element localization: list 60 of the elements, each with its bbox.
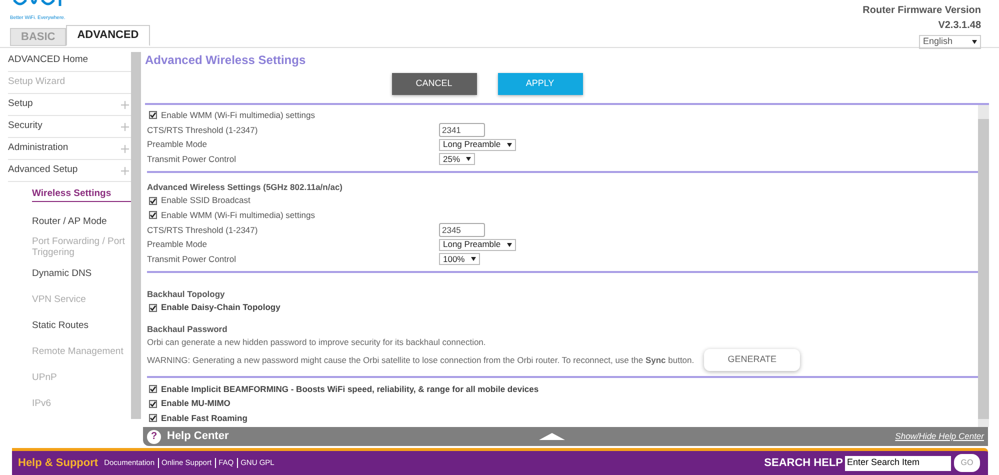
checkbox-label: Enable WMM (Wi-Fi multimedia) settings <box>161 208 315 222</box>
sidebar-item[interactable]: Router / AP Mode <box>32 216 107 226</box>
language-dropdown[interactable]: English <box>919 35 981 49</box>
show-hide-link[interactable]: Show/Hide Help Center <box>895 430 984 443</box>
firmware-label: Router Firmware Version <box>862 4 981 18</box>
caret-icon <box>466 157 472 162</box>
scrollbar[interactable] <box>978 105 989 427</box>
checkbox[interactable] <box>149 385 157 394</box>
dropdown[interactable]: Long Preamble <box>439 138 516 151</box>
description: Orbi can generate a new hidden password to improve security for its backhaul connection. <box>147 336 487 348</box>
generate-button[interactable]: GENERATE <box>704 349 800 371</box>
sidebar-item[interactable]: Administration <box>8 141 68 156</box>
checkbox-label: Enable WMM (Wi-Fi multimedia) settings <box>161 108 315 122</box>
field-label: Preamble Mode <box>147 138 208 152</box>
field-label: Transmit Power Control <box>147 152 237 166</box>
checkbox[interactable] <box>149 414 157 422</box>
section-heading: Advanced Wireless Settings (5GHz 802.11a/n/ac) <box>147 180 344 194</box>
warning-text: WARNING: Generating a new password might cause the Orbi satellite to lose connection from the Orbi router. To reconnect, use the Sync button. <box>147 354 694 366</box>
checkbox[interactable] <box>149 196 157 205</box>
checkbox-label: Enable Daisy-Chain Topology <box>161 301 280 314</box>
firmware-version: V2.3.1.48 <box>938 19 981 33</box>
caret-icon <box>506 142 512 147</box>
sidebar-item[interactable]: Advanced Setup <box>8 163 78 178</box>
checkbox-label: Enable MU-MIMO <box>161 397 230 410</box>
dropdown[interactable]: 25% <box>439 153 476 166</box>
expand-arrow-icon[interactable] <box>539 433 565 440</box>
text-field[interactable]: 2341 <box>439 123 485 137</box>
caret-icon <box>470 257 476 262</box>
sidebar-item[interactable]: ADVANCED Home <box>8 53 88 68</box>
text-field[interactable]: 2345 <box>439 223 485 237</box>
dropdown[interactable]: Long Preamble <box>439 238 516 251</box>
search-help-label: SEARCH HELP <box>764 456 843 471</box>
caret-icon <box>972 40 977 44</box>
field-label: Transmit Power Control <box>147 252 237 266</box>
help-center-title: Help Center <box>167 429 229 444</box>
checkbox[interactable] <box>149 304 157 312</box>
page-title: Advanced Wireless Settings <box>145 52 307 69</box>
section-heading: Backhaul Password <box>147 323 228 336</box>
sidebar-item[interactable]: Setup <box>8 97 33 112</box>
dropdown[interactable]: 100% <box>439 253 480 266</box>
caret-icon <box>506 242 512 247</box>
checkbox[interactable] <box>149 111 157 120</box>
field-label: Preamble Mode <box>147 238 208 252</box>
tab[interactable]: ADVANCED <box>66 24 150 46</box>
cancel-button[interactable]: CANCEL <box>392 73 476 95</box>
footer-title: Help & Support <box>18 456 98 471</box>
section-heading: Backhaul Topology <box>147 288 226 300</box>
checkbox[interactable] <box>149 400 157 408</box>
help-icon[interactable]: ? <box>147 430 161 444</box>
field-label: CTS/RTS Threshold (1-2347) <box>147 124 259 136</box>
search-field[interactable]: Enter Search Item <box>845 456 951 470</box>
scrollbar[interactable] <box>131 52 141 419</box>
field-label: CTS/RTS Threshold (1-2347) <box>147 224 259 236</box>
sidebar-item[interactable]: Dynamic DNS <box>32 268 92 278</box>
checkbox-label: Enable SSID Broadcast <box>161 194 250 208</box>
sidebar-item[interactable]: Static Routes <box>32 320 88 330</box>
sidebar-item[interactable]: Security <box>8 119 42 134</box>
checkbox-label: Enable Fast Roaming <box>161 412 248 425</box>
checkbox-label: Enable Implicit BEAMFORMING - Boosts WiFi speed, reliability, & range for all mobile devices <box>161 382 539 396</box>
checkbox[interactable] <box>149 211 157 220</box>
